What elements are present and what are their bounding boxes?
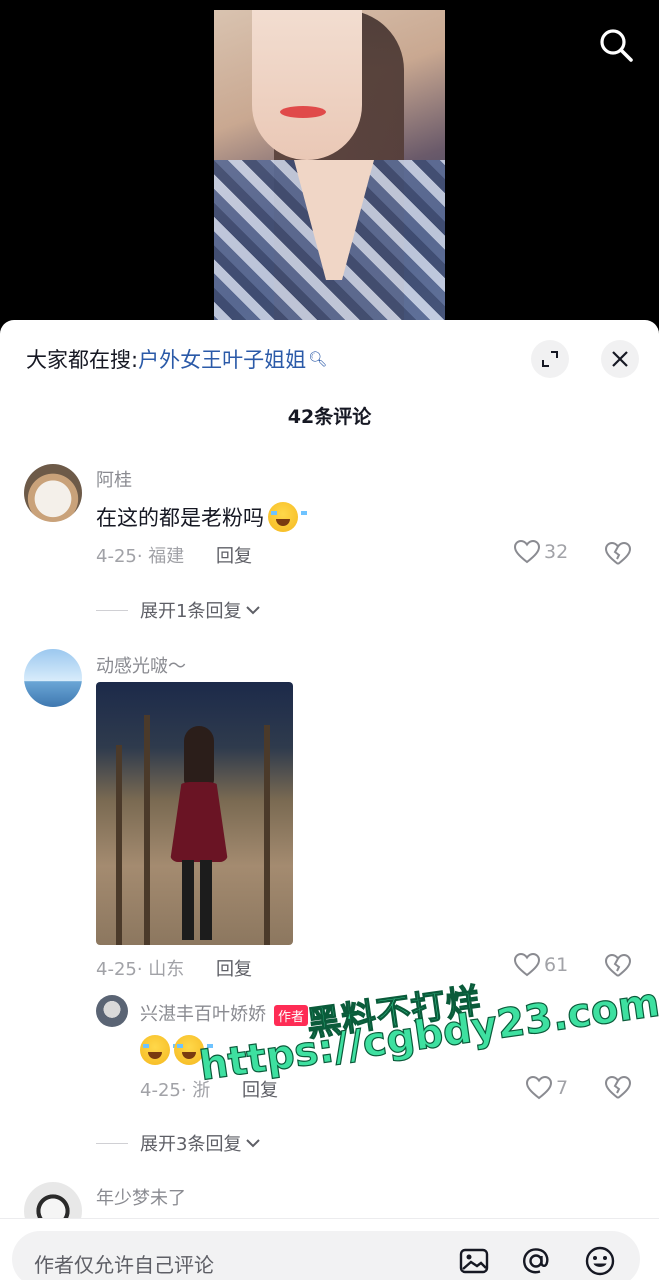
watermark-text: 黑料不打烊 [304, 980, 484, 1045]
broken-heart-icon [604, 953, 632, 977]
comment-sheet: 大家都在搜: 户外女王叶子姐姐 🔍︎ 42条评论 阿桂 在这的都是老粉吗 4-2… [0, 320, 659, 1280]
like-count: 32 [544, 541, 569, 563]
small-search-icon: 🔍︎ [308, 350, 328, 368]
reply-username[interactable]: 兴湛丰百叶娇娇 作者 [140, 1000, 309, 1026]
comment-date-location: 4-25· 山东 [96, 959, 185, 980]
comment-meta: 4-25· 福建 回复 [96, 542, 252, 568]
broken-heart-icon [604, 1075, 632, 1099]
emoji-icon[interactable] [584, 1245, 616, 1277]
like-count: 61 [544, 954, 569, 976]
reply-button[interactable]: 回复 [242, 1080, 278, 1101]
crying-laughing-emoji-icon [140, 1035, 179, 1065]
comment-image[interactable] [96, 682, 293, 945]
expand-replies-button[interactable]: 展开3条回复 [96, 1130, 262, 1156]
heart-icon [514, 540, 540, 564]
reply-text [140, 1035, 213, 1065]
avatar[interactable] [24, 464, 82, 522]
video-frame [214, 10, 445, 330]
expand-icon [542, 351, 558, 367]
divider [96, 1142, 128, 1144]
comment-meta: 4-25· 山东 回复 [96, 955, 252, 981]
reply-avatar[interactable] [96, 995, 128, 1027]
comment-count-title: 42条评论 [287, 406, 372, 428]
comment-date-location: 4-25· 福建 [96, 546, 185, 567]
reply-button[interactable]: 回复 [216, 546, 252, 567]
reply-button[interactable]: 回复 [216, 959, 252, 980]
hot-search-bar[interactable]: 大家都在搜: 户外女王叶子姐姐 🔍︎ [26, 344, 327, 374]
comment-username[interactable]: 动感光啵～ [96, 652, 186, 678]
expand-replies-button[interactable]: 展开1条回复 [96, 597, 262, 623]
dislike-button[interactable] [604, 953, 632, 982]
avatar[interactable] [24, 649, 82, 707]
chevron-down-icon [246, 606, 261, 615]
expand-replies-label: 展开3条回复 [140, 1134, 242, 1155]
chevron-down-icon [246, 1139, 261, 1148]
image-icon[interactable] [458, 1245, 490, 1277]
divider [96, 609, 128, 611]
comment-username[interactable]: 年少梦未了 [96, 1184, 186, 1210]
heart-icon [514, 953, 540, 977]
hot-search-keyword[interactable]: 户外女王叶子姐姐 [138, 344, 306, 374]
close-icon [612, 351, 628, 367]
like-count: 7 [556, 1077, 569, 1099]
dislike-button[interactable] [604, 541, 632, 570]
reply-date-location: 4-25· 浙 [140, 1080, 211, 1101]
broken-heart-icon [604, 541, 632, 565]
close-button[interactable] [601, 340, 639, 378]
reply-meta: 4-25· 浙 回复 [140, 1076, 278, 1102]
comment-text-content: 在这的都是老粉吗 [96, 506, 264, 530]
comment-text: 在这的都是老粉吗 [96, 502, 307, 532]
reply-username-text: 兴湛丰百叶娇娇 [140, 1004, 266, 1025]
dislike-button[interactable] [604, 1075, 632, 1104]
video-player[interactable] [0, 0, 659, 330]
search-icon[interactable] [597, 26, 635, 64]
comment-input[interactable]: 作者仅允许自己评论 [12, 1231, 640, 1280]
like-button[interactable]: 61 [514, 953, 568, 977]
crying-laughing-emoji-icon [268, 502, 307, 532]
author-badge: 作者 [274, 1004, 309, 1026]
comment-input-bar: 作者仅允许自己评论 [0, 1218, 659, 1280]
like-button[interactable]: 32 [514, 540, 568, 564]
comment-input-placeholder: 作者仅允许自己评论 [34, 1253, 214, 1277]
expand-replies-label: 展开1条回复 [140, 601, 242, 622]
crying-laughing-emoji-icon [174, 1035, 213, 1065]
heart-icon [526, 1076, 552, 1100]
hot-search-prefix: 大家都在搜: [26, 348, 139, 372]
watermark-url: https://cgbdy23.com [196, 979, 659, 1090]
like-button[interactable]: 7 [526, 1076, 568, 1100]
comment-username[interactable]: 阿桂 [96, 466, 132, 492]
mention-icon[interactable] [520, 1245, 552, 1277]
expand-button[interactable] [531, 340, 569, 378]
